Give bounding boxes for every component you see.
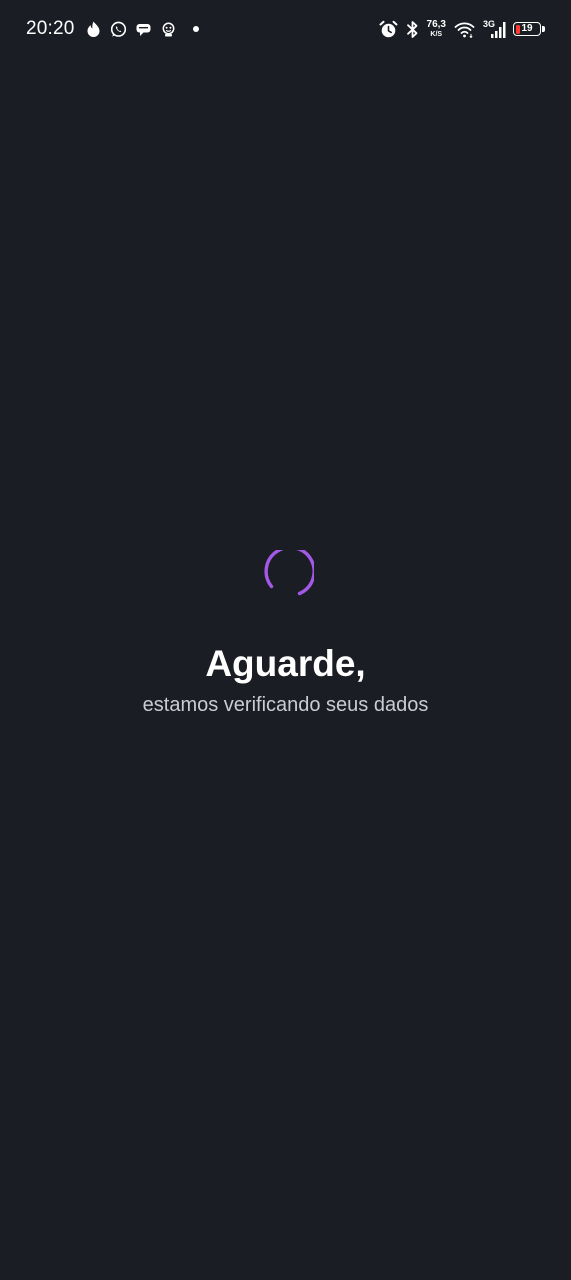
flame-icon	[85, 21, 102, 38]
alarm-icon	[379, 20, 398, 39]
wifi-icon	[454, 21, 475, 38]
network-speed-unit: K/S	[430, 31, 443, 38]
network-speed-value: 76,3	[426, 19, 446, 30]
bluetooth-icon	[406, 20, 419, 39]
status-bar-right: 76,3 K/S 3G 19	[371, 16, 547, 42]
network-speed: 76,3 K/S	[426, 19, 446, 39]
loading-spinner-icon	[263, 550, 314, 596]
signal-bars-icon	[491, 22, 506, 38]
status-bar: 20:20 76,3 K/S 3G 19	[0, 0, 571, 58]
battery-indicator: 19	[513, 21, 547, 38]
loading-container: Aguarde, estamos verificando seus dados	[0, 550, 571, 717]
whatsapp-icon	[110, 21, 127, 38]
chat-bubbles-icon	[135, 21, 152, 38]
clock: 20:20	[26, 18, 75, 39]
more-notifications-dot	[192, 26, 199, 32]
loading-subtitle: estamos verificando seus dados	[142, 693, 429, 716]
status-bar-left: 20:20	[26, 17, 199, 41]
loading-title: Aguarde,	[205, 643, 366, 684]
mobile-signal: 3G	[483, 19, 507, 39]
sticker-icon	[160, 21, 177, 38]
battery-tip	[542, 26, 545, 32]
loading-screen: 20:20 76,3 K/S 3G 19 Aguarde, estamos ve…	[0, 0, 571, 1280]
battery-level-text: 19	[521, 23, 533, 34]
battery-body: 19	[513, 22, 541, 36]
